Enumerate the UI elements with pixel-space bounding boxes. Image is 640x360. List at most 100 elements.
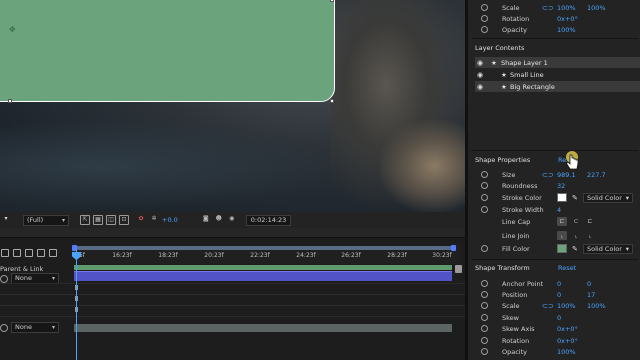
playhead-line[interactable] — [76, 250, 77, 360]
bevel-join-icon[interactable]: ⌞ — [585, 231, 595, 240]
stopwatch-icon[interactable] — [481, 182, 488, 189]
stopwatch-icon[interactable] — [481, 206, 488, 213]
pick-whip-icon[interactable] — [0, 323, 8, 332]
timeline-switches — [0, 247, 72, 259]
constrain-proportions-icon[interactable]: ⊂⊃ — [542, 302, 554, 310]
stopwatch-icon[interactable] — [481, 291, 488, 298]
eye-icon[interactable]: ◉ — [477, 83, 483, 91]
layer-item-small-line[interactable]: ◉ ★ Small Line — [475, 69, 640, 80]
anchor-point-icon[interactable]: ✥ — [9, 25, 16, 34]
round-join-icon[interactable]: ⌞ — [571, 231, 581, 240]
footage-background — [380, 120, 465, 212]
shape-transform-reset[interactable]: Reset — [558, 264, 576, 272]
line-join-row: Line Join ⌞ ⌞ ⌞ — [468, 230, 640, 241]
property-label: Line Cap — [502, 217, 531, 226]
property-label: Stroke Width — [502, 205, 544, 214]
fast-preview-icon[interactable]: ⇱ — [80, 215, 90, 225]
color-picker-icon[interactable]: ◉ — [227, 215, 237, 225]
work-area-end-handle[interactable] — [451, 245, 456, 251]
reset-exposure-icon[interactable]: ✲ — [149, 215, 159, 225]
stopwatch-icon[interactable] — [481, 314, 488, 321]
big-rectangle-shape[interactable] — [0, 0, 335, 102]
eyedropper-icon[interactable]: ✎ — [572, 194, 578, 202]
chevron-down-icon: ▾ — [51, 324, 55, 331]
transform-handle[interactable] — [8, 99, 12, 103]
constrain-proportions-icon[interactable]: ⊂⊃ — [542, 4, 554, 12]
property-value[interactable]: 0 — [587, 280, 591, 288]
color-channels-icon[interactable]: ✿ — [136, 215, 146, 225]
layer-duration-bar[interactable] — [74, 324, 452, 332]
graph-editor-icon[interactable] — [49, 249, 57, 257]
stopwatch-icon[interactable] — [481, 26, 488, 33]
property-value[interactable]: 0 — [557, 291, 561, 299]
layer-duration-bar[interactable] — [74, 265, 452, 270]
timeline-tab-bar — [0, 228, 465, 238]
stopwatch-icon[interactable] — [481, 302, 488, 309]
transform-handle[interactable] — [330, 99, 334, 103]
size-height-value[interactable]: 227.7 — [587, 171, 606, 179]
property-value[interactable]: 100% — [557, 348, 576, 356]
shape-properties-title: Shape Properties — [475, 156, 531, 164]
mask-visibility-icon[interactable]: ◫ — [106, 215, 116, 225]
property-value[interactable]: 0 — [557, 280, 561, 288]
stopwatch-icon[interactable] — [481, 15, 488, 22]
property-value[interactable]: 17 — [587, 291, 595, 299]
composition-viewer[interactable]: ✥ — [0, 0, 465, 212]
region-of-interest-icon[interactable]: ⊡ — [119, 215, 129, 225]
show-snapshot-icon[interactable]: ☻ — [214, 215, 224, 225]
property-value[interactable]: 0x+0° — [557, 337, 578, 345]
eye-icon[interactable]: ◉ — [477, 71, 483, 79]
eye-icon[interactable]: ◉ — [477, 59, 483, 67]
stopwatch-icon[interactable] — [481, 337, 488, 344]
camera-icon[interactable]: ◙ — [201, 215, 211, 225]
chevron-down-icon[interactable]: ▾ — [2, 215, 10, 225]
section-divider — [472, 38, 638, 39]
stopwatch-icon[interactable] — [481, 325, 488, 332]
property-value[interactable]: 0 — [557, 314, 561, 322]
transform-scale-row: Scale ⊂⊃ 100% 100% — [468, 2, 640, 13]
stopwatch-icon[interactable] — [481, 4, 488, 11]
resolution-dropdown[interactable]: (Full) ▾ — [23, 214, 69, 226]
current-time-display[interactable]: 0:02:14:23 — [245, 214, 292, 226]
search-icon[interactable] — [1, 249, 9, 257]
property-label: Scale — [502, 301, 520, 310]
work-area-bar[interactable] — [72, 245, 456, 251]
stroke-color-swatch[interactable] — [557, 193, 567, 202]
roundness-value[interactable]: 32 — [557, 182, 565, 190]
stopwatch-icon[interactable] — [481, 171, 488, 178]
stopwatch-icon[interactable] — [481, 280, 488, 287]
stopwatch-icon[interactable] — [481, 348, 488, 355]
selected-layer-bar[interactable] — [74, 271, 452, 281]
comp-flowchart-icon[interactable] — [13, 249, 21, 257]
property-value[interactable]: 100% — [557, 26, 576, 34]
miter-join-icon[interactable]: ⌞ — [557, 231, 567, 240]
property-value[interactable]: 100% — [557, 302, 576, 310]
projecting-cap-icon[interactable]: ⊏ — [585, 217, 595, 226]
layer-end-handle[interactable] — [455, 265, 462, 273]
round-cap-icon[interactable]: ⊂ — [571, 217, 581, 226]
constrain-proportions-icon[interactable]: ⊂⊃ — [542, 171, 554, 179]
property-value[interactable]: 0x+0° — [557, 15, 578, 23]
exposure-value[interactable]: +0.0 — [162, 216, 178, 224]
property-value[interactable]: 100% — [587, 4, 606, 12]
stroke-type-dropdown[interactable]: Solid Color ▾ — [583, 192, 633, 203]
transform-handle[interactable] — [330, 0, 334, 2]
stopwatch-icon[interactable] — [481, 194, 488, 201]
stopwatch-icon[interactable] — [481, 245, 488, 252]
size-row: Size ⊂⊃ 989.1 227.7 — [468, 169, 640, 180]
transparency-grid-icon[interactable]: ▦ — [93, 215, 103, 225]
property-value[interactable]: 100% — [557, 4, 576, 12]
fill-type-dropdown[interactable]: Solid Color ▾ — [583, 243, 633, 254]
layer-item-shape-layer-1[interactable]: ◉ ★ Shape Layer 1 — [475, 57, 640, 68]
pick-whip-icon[interactable] — [0, 274, 8, 283]
butt-cap-icon[interactable]: ⊏ — [557, 217, 567, 226]
parent-dropdown[interactable]: None ▾ — [11, 322, 59, 333]
layer-item-big-rectangle[interactable]: ◉ ★ Big Rectangle — [475, 81, 640, 92]
eyedropper-icon[interactable]: ✎ — [572, 245, 578, 253]
fill-color-swatch[interactable] — [557, 244, 567, 253]
draft-3d-icon[interactable] — [25, 249, 33, 257]
property-value[interactable]: 100% — [587, 302, 606, 310]
motion-blur-icon[interactable] — [37, 249, 45, 257]
property-value[interactable]: 0x+0° — [557, 325, 578, 333]
stroke-width-value[interactable]: 4 — [557, 206, 561, 214]
